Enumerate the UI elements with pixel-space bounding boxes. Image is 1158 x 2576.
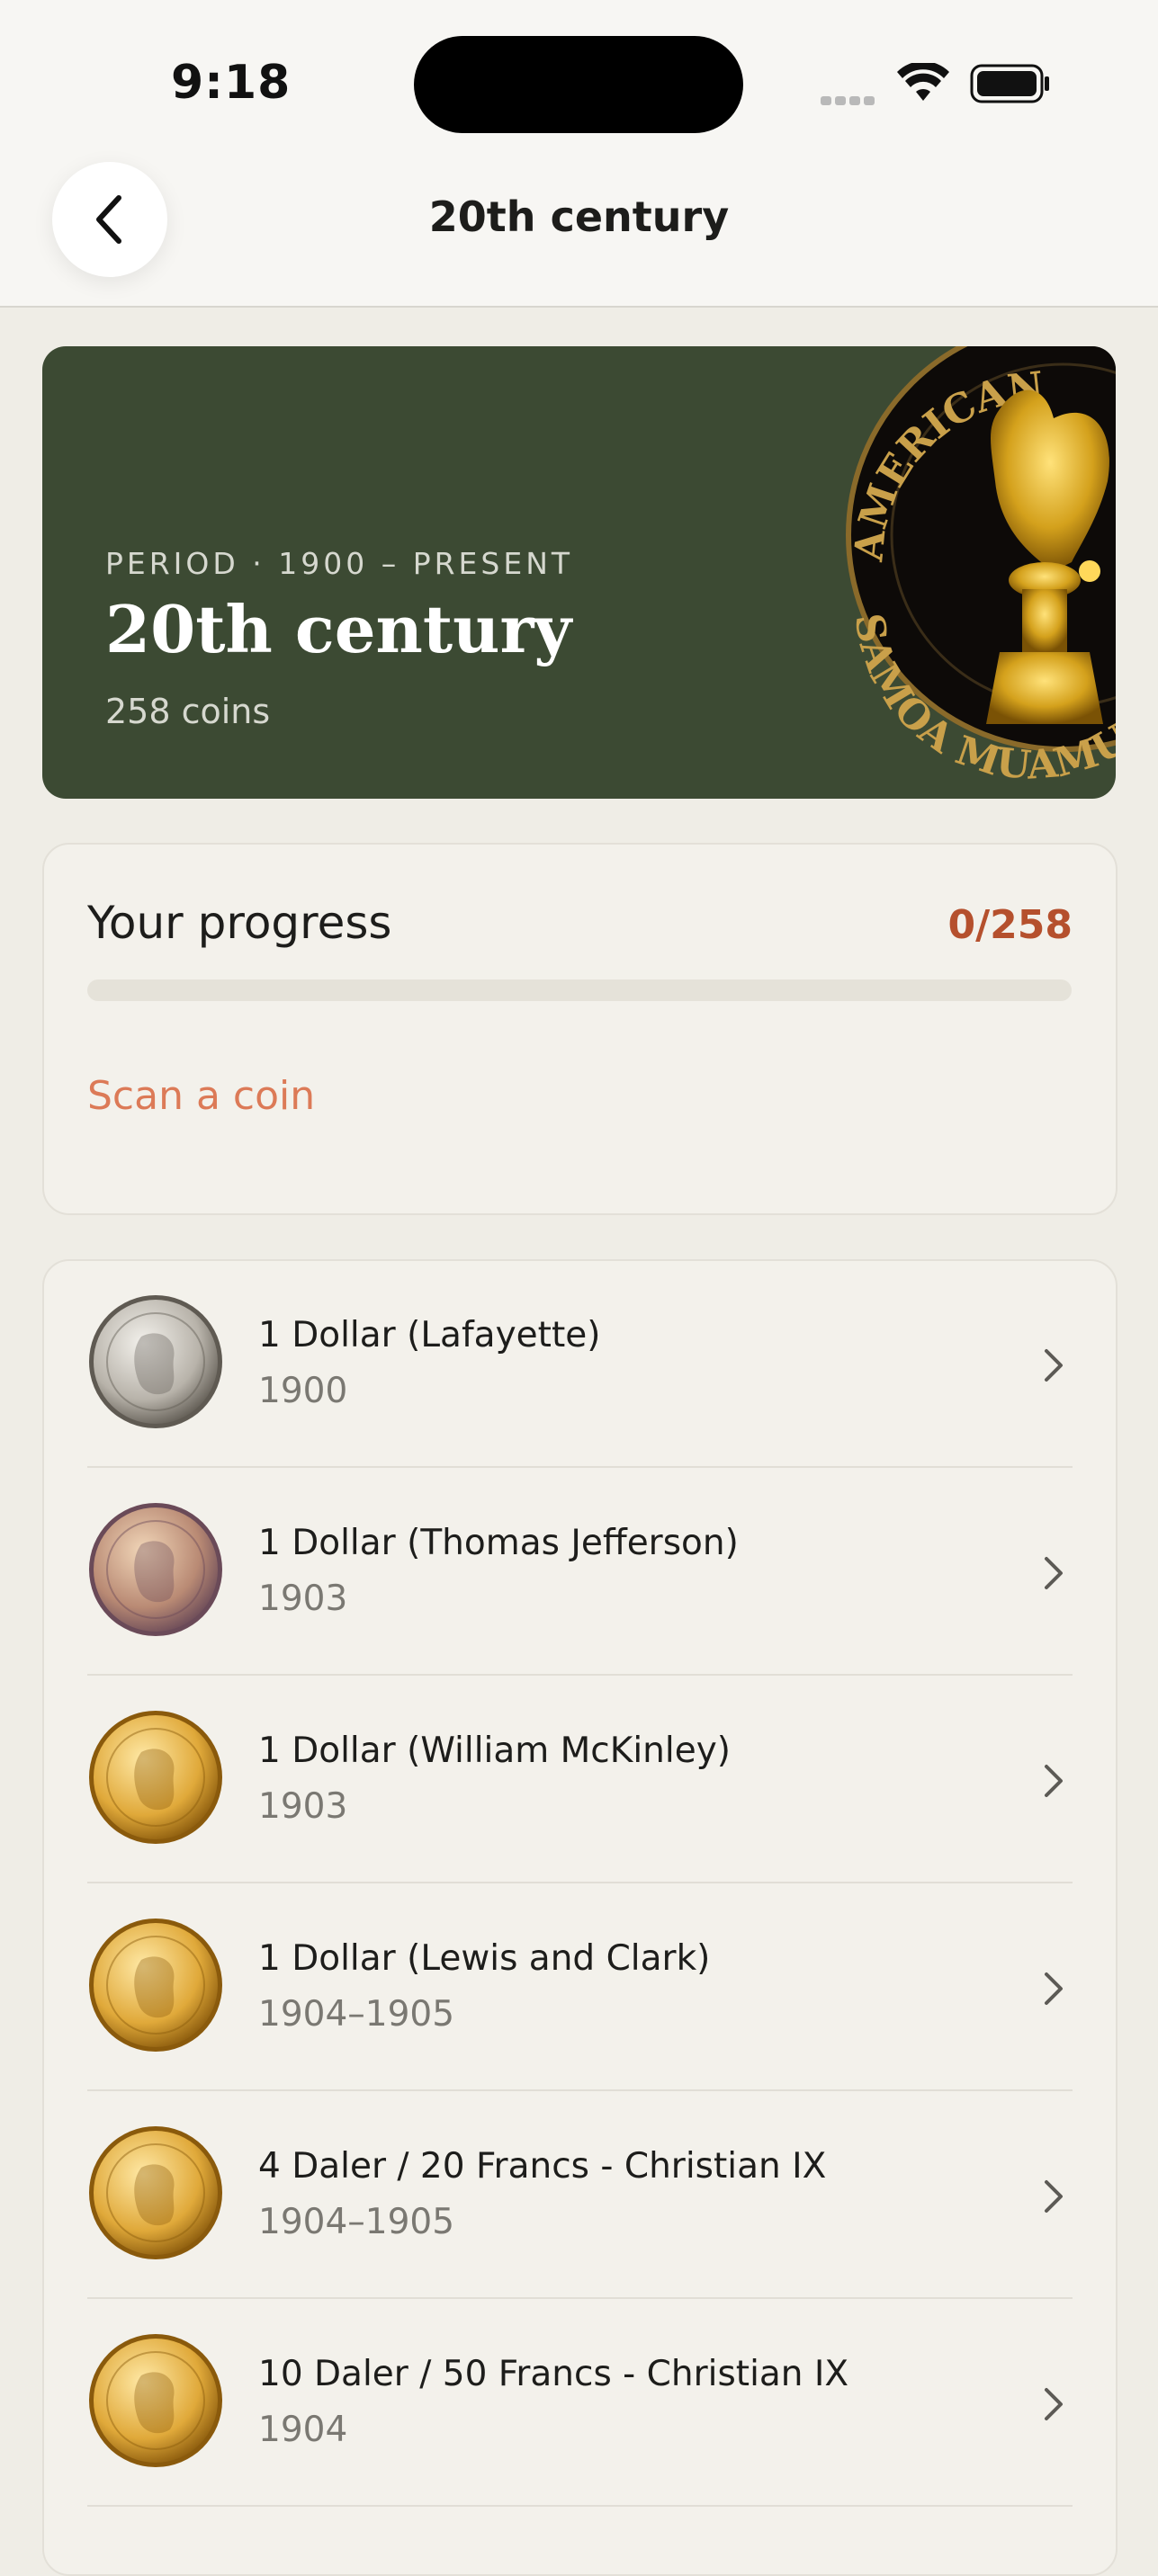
scan-coin-link[interactable]: Scan a coin xyxy=(87,1073,315,1119)
wifi-icon xyxy=(896,60,950,106)
battery-icon xyxy=(970,63,1051,108)
row-divider xyxy=(87,1674,1073,1676)
coin-thumbnail xyxy=(89,1503,222,1636)
row-divider xyxy=(87,2505,1073,2507)
chevron-right-icon xyxy=(1045,2388,1063,2420)
coin-thumbnail xyxy=(89,1295,222,1428)
row-divider xyxy=(87,2297,1073,2299)
progress-count: 0/258 xyxy=(947,902,1073,948)
row-divider xyxy=(87,2089,1073,2091)
chevron-right-icon xyxy=(1045,1972,1063,2005)
coin-year: 1903 xyxy=(258,1786,348,1827)
progress-card: Your progress 0/258 Scan a coin xyxy=(42,843,1118,1215)
coin-list-item[interactable]: 1 Dollar (Thomas Jefferson) 1903 xyxy=(44,1469,1116,1676)
coin-year: 1904–1905 xyxy=(258,1994,455,2035)
row-divider xyxy=(87,1466,1073,1468)
dynamic-island xyxy=(414,36,743,133)
coin-list-item[interactable]: 1 Dollar (Lafayette) 1900 xyxy=(44,1261,1116,1468)
coin-thumbnail xyxy=(89,1711,222,1844)
coin-list: 1 Dollar (Lafayette) 1900 1 Dollar (Thomas… xyxy=(42,1259,1118,2576)
coin-name: 1 Dollar (William McKinley) xyxy=(258,1731,731,1771)
coin-year: 1900 xyxy=(258,1371,348,1411)
chevron-right-icon xyxy=(1045,1557,1063,1589)
period-hero-card: PERIOD · 1900 – PRESENT 20th century 258… xyxy=(42,346,1116,799)
coin-count-label: 258 coins xyxy=(105,692,271,731)
coin-year: 1904 xyxy=(258,2410,348,2450)
chevron-right-icon xyxy=(1045,1349,1063,1382)
coin-name: 1 Dollar (Lewis and Clark) xyxy=(258,1938,711,1979)
coin-thumbnail xyxy=(89,2334,222,2467)
period-title: 20th century xyxy=(105,591,572,667)
coin-list-item[interactable]: 1 Dollar (Lewis and Clark) 1904–1905 xyxy=(44,1884,1116,2091)
coin-name: 10 Daler / 50 Francs - Christian IX xyxy=(258,2354,849,2394)
status-time: 9:18 xyxy=(171,56,292,110)
coin-list-item[interactable]: 1 Dollar (William McKinley) 1903 xyxy=(44,1677,1116,1883)
coin-thumbnail xyxy=(89,1919,222,2052)
cellular-signal-icon xyxy=(821,92,878,109)
chevron-right-icon xyxy=(1045,1765,1063,1797)
page-title: 20th century xyxy=(428,192,730,241)
coin-year: 1904–1905 xyxy=(258,2202,455,2242)
coin-name: 4 Daler / 20 Francs - Christian IX xyxy=(258,2146,827,2187)
row-divider xyxy=(87,1882,1073,1883)
progress-bar xyxy=(87,979,1072,1001)
progress-label: Your progress xyxy=(87,897,392,949)
coin-list-item[interactable]: 4 Daler / 20 Francs - Christian IX 1904–1… xyxy=(44,2092,1116,2299)
coin-name: 1 Dollar (Lafayette) xyxy=(258,1315,601,1355)
period-range-label: PERIOD · 1900 – PRESENT xyxy=(105,546,574,581)
status-bar: 9:18 xyxy=(0,0,1158,171)
chevron-right-icon xyxy=(1045,2180,1063,2213)
coin-list-item[interactable]: 10 Daler / 50 Francs - Christian IX 1904 xyxy=(44,2300,1116,2507)
coin-thumbnail xyxy=(89,2126,222,2259)
coin-year: 1903 xyxy=(258,1579,348,1619)
hero-coin-image: AMERICAN SAMOA MUAMUA xyxy=(820,346,1116,789)
coin-name: 1 Dollar (Thomas Jefferson) xyxy=(258,1523,739,1563)
